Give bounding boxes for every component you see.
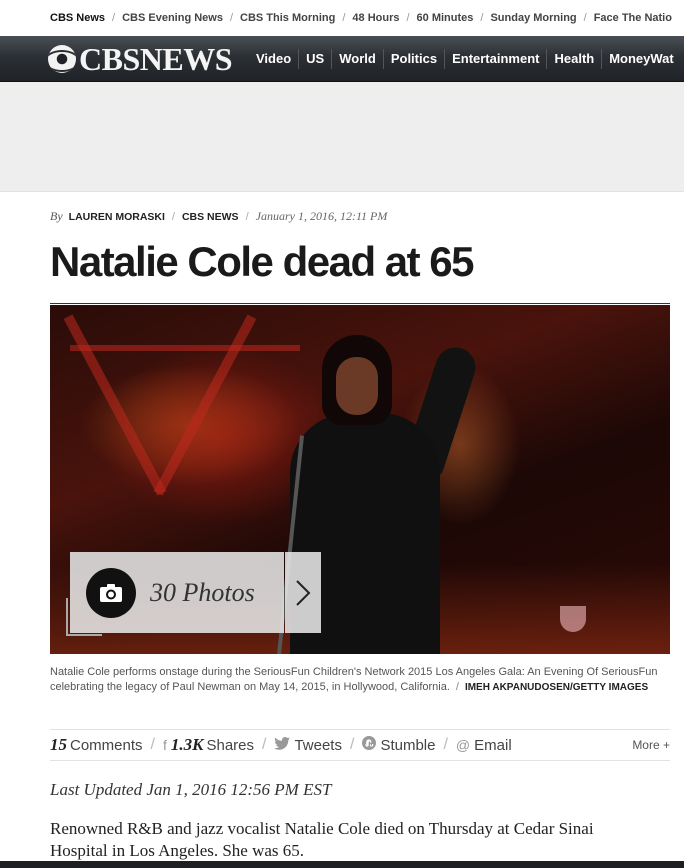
tweets-label: Tweets — [294, 736, 342, 754]
main-nav: CBSNEWS Video US World Politics Entertai… — [0, 36, 684, 82]
network-bar: CBS News / CBS Evening News / CBS This M… — [0, 0, 684, 36]
network-link-sunday-morning[interactable]: Sunday Morning — [490, 12, 576, 24]
shares-count: 1.3K — [170, 735, 204, 754]
bottom-toolbar — [0, 861, 684, 868]
facebook-icon: f — [162, 737, 167, 753]
byline: By LAUREN MORASKI / CBS NEWS / January 1… — [50, 209, 388, 223]
at-sign-icon: @ — [455, 736, 471, 753]
photo-gallery-button[interactable]: 30 Photos — [70, 552, 284, 633]
chevron-right-icon — [296, 579, 311, 606]
network-link-evening-news[interactable]: CBS Evening News — [122, 12, 223, 24]
photo-top-rule — [50, 303, 670, 304]
gallery-next-button[interactable] — [285, 552, 321, 633]
publish-date: January 1, 2016, 12:11 PM — [255, 209, 388, 223]
cbs-news-logo[interactable]: CBSNEWS — [48, 36, 233, 81]
byline-prefix: By — [50, 209, 63, 223]
comments-label: Comments — [70, 737, 143, 754]
article-body-paragraph: Renowned R&B and jazz vocalist Natalie C… — [50, 819, 594, 860]
comments-button[interactable]: 15 Comments — [50, 735, 143, 755]
network-link-face-the-nation[interactable]: Face The Natio — [594, 12, 672, 24]
photo-credit: IMEH AKPANUDOSEN/GETTY IMAGES — [464, 682, 649, 693]
nav-item-health[interactable]: Health — [547, 48, 603, 69]
source-link[interactable]: CBS NEWS — [182, 211, 239, 223]
nav-item-video[interactable]: Video — [254, 48, 300, 69]
stumble-share-button[interactable]: Stumble — [362, 736, 435, 754]
network-link-cbs-news[interactable]: CBS News — [50, 12, 105, 24]
ad-banner-area — [0, 82, 684, 192]
gallery-label: 30 Photos — [150, 577, 255, 607]
network-link-60-minutes[interactable]: 60 Minutes — [417, 12, 474, 24]
nav-item-world[interactable]: World — [332, 48, 384, 69]
nav-item-moneywatch[interactable]: MoneyWat — [602, 49, 681, 69]
facebook-share-button[interactable]: f 1.3K Shares — [163, 735, 254, 755]
cbs-eye-icon — [48, 44, 76, 73]
wine-glass — [560, 606, 586, 632]
nav-item-politics[interactable]: Politics — [384, 48, 446, 69]
email-label: Email — [474, 736, 512, 754]
nav-item-entertainment[interactable]: Entertainment — [445, 48, 548, 69]
stumbleupon-icon — [362, 736, 377, 753]
comments-count: 15 — [50, 735, 67, 754]
twitter-share-button[interactable]: Tweets — [274, 736, 342, 754]
article-headline: Natalie Cole dead at 65 — [50, 238, 475, 285]
email-share-button[interactable]: @ Email — [456, 737, 512, 754]
twitter-icon — [274, 736, 291, 753]
author-link[interactable]: LAUREN MORASKI — [69, 211, 165, 223]
section-nav: Video US World Politics Entertainment He… — [254, 48, 681, 69]
more-share-button[interactable]: More + — [632, 738, 670, 752]
network-link-this-morning[interactable]: CBS This Morning — [240, 12, 335, 24]
camera-icon — [86, 567, 136, 618]
network-link-48-hours[interactable]: 48 Hours — [352, 12, 399, 24]
last-updated: Last Updated Jan 1, 2016 12:56 PM EST — [50, 780, 332, 799]
stumble-label: Stumble — [380, 737, 436, 754]
share-bar: 15 Comments / f 1.3K Shares / Tweets / S… — [50, 729, 670, 761]
nav-item-us[interactable]: US — [299, 48, 333, 69]
shares-label: Shares — [206, 737, 254, 754]
photo-caption: Natalie Cole performs onstage during the… — [50, 666, 658, 693]
logo-wordmark: CBSNEWS — [79, 40, 233, 77]
